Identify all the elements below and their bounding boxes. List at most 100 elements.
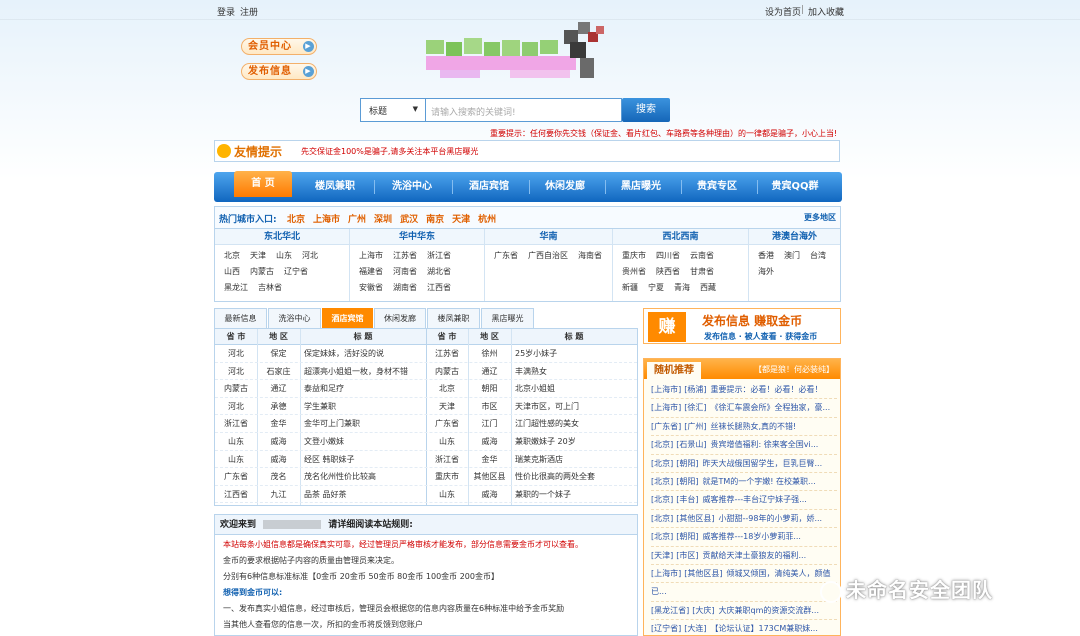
region-city-link[interactable]: 云南省 xyxy=(690,248,714,264)
region-city-link[interactable]: 黑龙江 xyxy=(224,280,248,296)
region-city-link[interactable]: 重庆市 xyxy=(622,248,646,264)
region-city-link[interactable]: 西藏 xyxy=(700,280,716,296)
login-link[interactable]: 登录 xyxy=(217,5,235,18)
region-city-link[interactable]: 湖南省 xyxy=(393,280,417,296)
tab-latest[interactable]: 最新信息 xyxy=(214,308,267,328)
nav-hotel[interactable]: 酒店宾馆 xyxy=(456,172,522,202)
region-city-link[interactable]: 台湾 xyxy=(810,248,826,264)
nav-blacklist[interactable]: 黑店曝光 xyxy=(608,172,674,202)
region-city-link[interactable]: 河南省 xyxy=(393,264,417,280)
region-city-link[interactable]: 陕西省 xyxy=(656,264,680,280)
listing-title-link[interactable]: 品茶 品好茶 xyxy=(300,486,426,504)
region-city-link[interactable]: 海外 xyxy=(758,264,774,280)
nav-bath[interactable]: 洗浴中心 xyxy=(379,172,445,202)
random-list-item[interactable]: [北京] [朝阳] 就是TM的一个字嫩! 在校兼职... xyxy=(651,473,837,492)
nav-salon[interactable]: 休闲发廊 xyxy=(532,172,598,202)
random-list-item[interactable]: 已... xyxy=(651,583,837,602)
random-list-item[interactable]: [黑龙江省] [大庆] 大庆兼职qm的资源交流群... xyxy=(651,602,837,621)
register-link[interactable]: 注册 xyxy=(240,5,258,18)
region-city-link[interactable]: 香港 xyxy=(758,248,774,264)
random-list-item[interactable]: [广东省] [广州] 丝袜长腿熟女,真的不错! xyxy=(651,418,837,437)
region-city-link[interactable]: 河北 xyxy=(302,248,318,264)
listing-title-link[interactable]: 北京小姐姐 xyxy=(511,380,637,398)
listing-title-link[interactable]: 超漂亮小姐姐一枚，身材不错 xyxy=(300,363,426,381)
random-list-item[interactable]: [北京] [朝阳] 威客推荐---18岁小萝莉菲... xyxy=(651,528,837,547)
region-city-link[interactable]: 北京 xyxy=(224,248,240,264)
region-city-link[interactable]: 湖北省 xyxy=(427,264,451,280)
hot-city-link[interactable]: 深圳 xyxy=(374,215,392,225)
more-regions-link[interactable]: 更多地区 xyxy=(804,212,836,223)
region-city-link[interactable]: 贵州省 xyxy=(622,264,646,280)
listing-title-link[interactable]: 25岁小妹子 xyxy=(511,345,637,363)
earn-coins-banner[interactable]: 赚 发布信息 赚取金币 发布信息 · 被人查看 · 获得金币 xyxy=(643,308,841,344)
region-city-link[interactable]: 青海 xyxy=(674,280,690,296)
region-city-link[interactable]: 内蒙古 xyxy=(250,264,274,280)
region-city-link[interactable]: 甘肃省 xyxy=(690,264,714,280)
random-list-item[interactable]: [辽宁省] [大连] 【论坛认证】173CM兼职妹... xyxy=(651,620,837,636)
hot-city-link[interactable]: 上海市 xyxy=(313,215,340,225)
listing-title-link[interactable]: 兼职的一个妹子 xyxy=(511,486,637,504)
listing-title-link[interactable]: 瑞莱克斯酒店 xyxy=(511,451,637,469)
region-city-link[interactable]: 天津 xyxy=(250,248,266,264)
listing-title-link[interactable]: 江门超性感的美女 xyxy=(511,415,637,433)
tab-loufeng[interactable]: 楼凤兼职 xyxy=(427,308,480,328)
region-city-link[interactable]: 辽宁省 xyxy=(284,264,308,280)
post-info-button[interactable]: 发布信息 ▶ xyxy=(241,63,317,80)
hot-city-link[interactable]: 南京 xyxy=(426,215,444,225)
region-city-link[interactable]: 广东省 xyxy=(494,248,518,264)
region-city-link[interactable]: 江西省 xyxy=(427,280,451,296)
region-city-link[interactable]: 安徽省 xyxy=(359,280,383,296)
random-list-item[interactable]: [北京] [石景山] 贵宾增值福利: 徐来客全国vi... xyxy=(651,436,837,455)
random-list-item[interactable]: [北京] [丰台] 威客推荐---丰台辽宁妹子强... xyxy=(651,491,837,510)
hot-city-link[interactable]: 杭州 xyxy=(478,215,496,225)
random-list-item[interactable]: [北京] [其他区县] 小甜甜--98年的小萝莉，娇... xyxy=(651,510,837,529)
tab-bath[interactable]: 洗浴中心 xyxy=(268,308,321,328)
region-city-link[interactable]: 山西 xyxy=(224,264,240,280)
listing-title-link[interactable]: 保定妹妹，活好没的说 xyxy=(300,345,426,363)
member-center-button[interactable]: 会员中心 ▶ xyxy=(241,38,317,55)
random-list-item[interactable]: [上海市] [徐汇] 《徐汇车震会所》全程独家，豪... xyxy=(651,399,837,418)
region-city-link[interactable]: 浙江省 xyxy=(427,248,451,264)
listing-title-link[interactable]: 学生兼职 xyxy=(300,398,426,416)
region-city-link[interactable]: 新疆 xyxy=(622,280,638,296)
region-city-link[interactable]: 山东 xyxy=(276,248,292,264)
search-input[interactable]: 请输入搜索的关键词! xyxy=(426,98,622,122)
search-type-select[interactable]: 标题 ▼ xyxy=(360,98,426,122)
listing-title-link[interactable]: 金华可上门兼职 xyxy=(300,415,426,433)
listing-title-link[interactable]: 兼职嫩妹子 20岁 xyxy=(511,433,637,451)
hot-city-link[interactable]: 天津 xyxy=(452,215,470,225)
listing-title-link[interactable]: 经区 韩职妹子 xyxy=(300,451,426,469)
nav-loufeng[interactable]: 楼凤兼职 xyxy=(302,172,368,202)
listing-title-link[interactable]: 丰满熟女 xyxy=(511,363,637,381)
set-home-link[interactable]: 设为首页 xyxy=(765,5,801,18)
tab-salon[interactable]: 休闲发廊 xyxy=(374,308,426,328)
region-city-link[interactable]: 广西自治区 xyxy=(528,248,568,264)
random-list-item[interactable]: [天津] [市区] 贡献给天津土豪狼友的福利... xyxy=(651,547,837,565)
bookmark-link[interactable]: 加入收藏 xyxy=(808,5,844,18)
region-city-link[interactable]: 宁夏 xyxy=(648,280,664,296)
random-list-item[interactable]: [上海市] [其他区县] 倾城又倾国，清纯美人，颜值 xyxy=(651,565,837,584)
region-city-link[interactable]: 江苏省 xyxy=(393,248,417,264)
nav-home[interactable]: 首 页 xyxy=(234,171,292,197)
random-list-item[interactable]: [上海市] [杨浦] 重要提示：必看！必看！必看！ xyxy=(651,381,837,400)
nav-vip[interactable]: 贵宾专区 xyxy=(684,172,750,202)
hot-city-link[interactable]: 广州 xyxy=(348,215,366,225)
hot-city-link[interactable]: 武汉 xyxy=(400,215,418,225)
listing-title-link[interactable]: 性价比很高的两处全套 xyxy=(511,468,637,486)
region-city-link[interactable]: 上海市 xyxy=(359,248,383,264)
nav-vip-qq[interactable]: 贵宾QQ群 xyxy=(762,172,828,202)
region-city-link[interactable]: 四川省 xyxy=(656,248,680,264)
listing-title-link[interactable]: 泰益和足疗 xyxy=(300,380,426,398)
random-list-item[interactable]: [北京] [朝阳] 昨天大战俄国留学生，巨乳巨臀... xyxy=(651,455,837,473)
tab-blacklist[interactable]: 黑店曝光 xyxy=(481,308,534,328)
hot-city-link[interactable]: 北京 xyxy=(287,215,305,225)
search-button[interactable]: 搜索 xyxy=(622,98,670,122)
listing-title-link[interactable]: 茂名化州性价比较高 xyxy=(300,468,426,486)
region-city-link[interactable]: 福建省 xyxy=(359,264,383,280)
region-city-link[interactable]: 海南省 xyxy=(578,248,602,264)
region-city-link[interactable]: 澳门 xyxy=(784,248,800,264)
listing-title-link[interactable]: 文登小嫩妹 xyxy=(300,433,426,451)
random-header-link[interactable]: 【都是狼！何必装纯】 xyxy=(754,364,834,375)
region-city-link[interactable]: 吉林省 xyxy=(258,280,282,296)
listing-title-link[interactable]: 天津市区，可上门 xyxy=(511,398,637,416)
